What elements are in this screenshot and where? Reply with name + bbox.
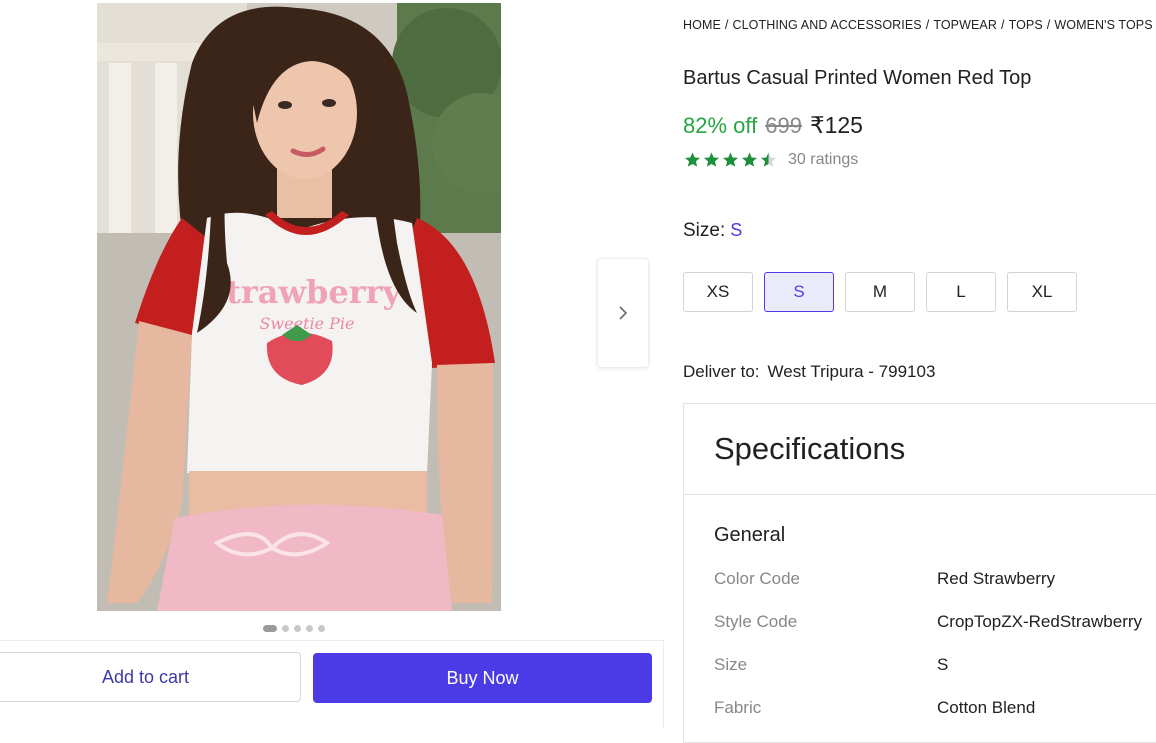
product-title: Bartus Casual Printed Women Red Top bbox=[683, 67, 1032, 89]
breadcrumb-separator: / bbox=[1000, 18, 1005, 32]
star-icon bbox=[704, 152, 719, 167]
breadcrumb: HOME / CLOTHING AND ACCESSORIES / TOPWEAR / TO… bbox=[683, 18, 1156, 32]
gallery-dot[interactable] bbox=[306, 625, 313, 632]
spec-key: Size bbox=[714, 655, 748, 674]
breadcrumb-item[interactable]: WOMEN'S TOPS bbox=[1054, 18, 1152, 32]
size-option-xs[interactable]: XS bbox=[683, 272, 753, 312]
size-label-text: Size: bbox=[683, 220, 726, 241]
gallery-dot[interactable] bbox=[263, 625, 277, 632]
selected-size: S bbox=[730, 220, 743, 240]
spec-value: CropTopZX-RedStrawberry bbox=[937, 612, 1143, 631]
product-image[interactable]: Strawberry Sweetie Pie bbox=[97, 3, 501, 611]
spec-key: Color Code bbox=[714, 569, 800, 588]
gallery-dots bbox=[263, 625, 325, 632]
spec-key: Fabric bbox=[714, 698, 762, 717]
shirt-print-text: Strawberry bbox=[203, 273, 402, 311]
star-icon bbox=[761, 152, 776, 167]
breadcrumb-item[interactable]: TOPWEAR bbox=[933, 18, 997, 32]
shorts bbox=[157, 504, 452, 611]
size-option-s[interactable]: S bbox=[764, 272, 834, 312]
spec-value: Cotton Blend bbox=[937, 698, 1036, 717]
star-icon bbox=[723, 152, 738, 167]
spec-value: S bbox=[937, 655, 949, 674]
shirt-print-subtext: Sweetie Pie bbox=[259, 314, 354, 333]
next-image-button[interactable] bbox=[597, 258, 649, 368]
divider bbox=[684, 494, 1156, 495]
breadcrumb-item[interactable]: CLOTHING AND ACCESSORIES bbox=[732, 18, 921, 32]
specifications-card: Specifications General Color Code Red Str… bbox=[683, 403, 1156, 743]
original-price: 699 bbox=[765, 113, 802, 138]
spec-value: Red Strawberry bbox=[937, 569, 1056, 588]
size-option-m[interactable]: M bbox=[845, 272, 915, 312]
size-label: Size: S bbox=[683, 220, 742, 242]
star-icon bbox=[685, 152, 700, 167]
buy-now-button[interactable]: Buy Now bbox=[313, 653, 652, 703]
size-option-xl[interactable]: XL bbox=[1007, 272, 1077, 312]
specifications-title: Specifications bbox=[714, 431, 906, 466]
discount-percent: 82% off bbox=[683, 113, 758, 138]
breadcrumb-item[interactable]: HOME bbox=[683, 18, 721, 32]
size-option-l[interactable]: L bbox=[926, 272, 996, 312]
breadcrumb-separator: / bbox=[1046, 18, 1051, 32]
price-row: 82% off 699 ₹125 bbox=[683, 112, 863, 139]
breadcrumb-separator: / bbox=[925, 18, 930, 32]
selling-price: ₹125 bbox=[809, 112, 863, 138]
star-icon bbox=[742, 152, 757, 167]
spec-group-title: General bbox=[714, 524, 786, 546]
rating-row[interactable]: 30 ratings bbox=[683, 151, 858, 169]
gallery-dot[interactable] bbox=[318, 625, 325, 632]
breadcrumb-item[interactable]: TOPS bbox=[1009, 18, 1043, 32]
star-rating bbox=[683, 151, 778, 169]
delivery-info[interactable]: Deliver to: West Tripura - 799103 bbox=[683, 362, 935, 382]
spec-key: Style Code bbox=[714, 612, 798, 631]
ratings-count[interactable]: 30 ratings bbox=[788, 151, 858, 169]
breadcrumb-separator: / bbox=[724, 18, 729, 32]
size-options: XS S M L XL bbox=[683, 272, 1077, 312]
delivery-location[interactable]: West Tripura - 799103 bbox=[768, 362, 936, 381]
gallery-dot[interactable] bbox=[294, 625, 301, 632]
product-photo: Strawberry Sweetie Pie bbox=[97, 3, 501, 611]
deliver-to-label: Deliver to: bbox=[683, 362, 760, 381]
gallery-dot[interactable] bbox=[282, 625, 289, 632]
chevron-right-icon bbox=[619, 306, 628, 320]
add-to-cart-button[interactable]: Add to cart bbox=[0, 652, 301, 702]
